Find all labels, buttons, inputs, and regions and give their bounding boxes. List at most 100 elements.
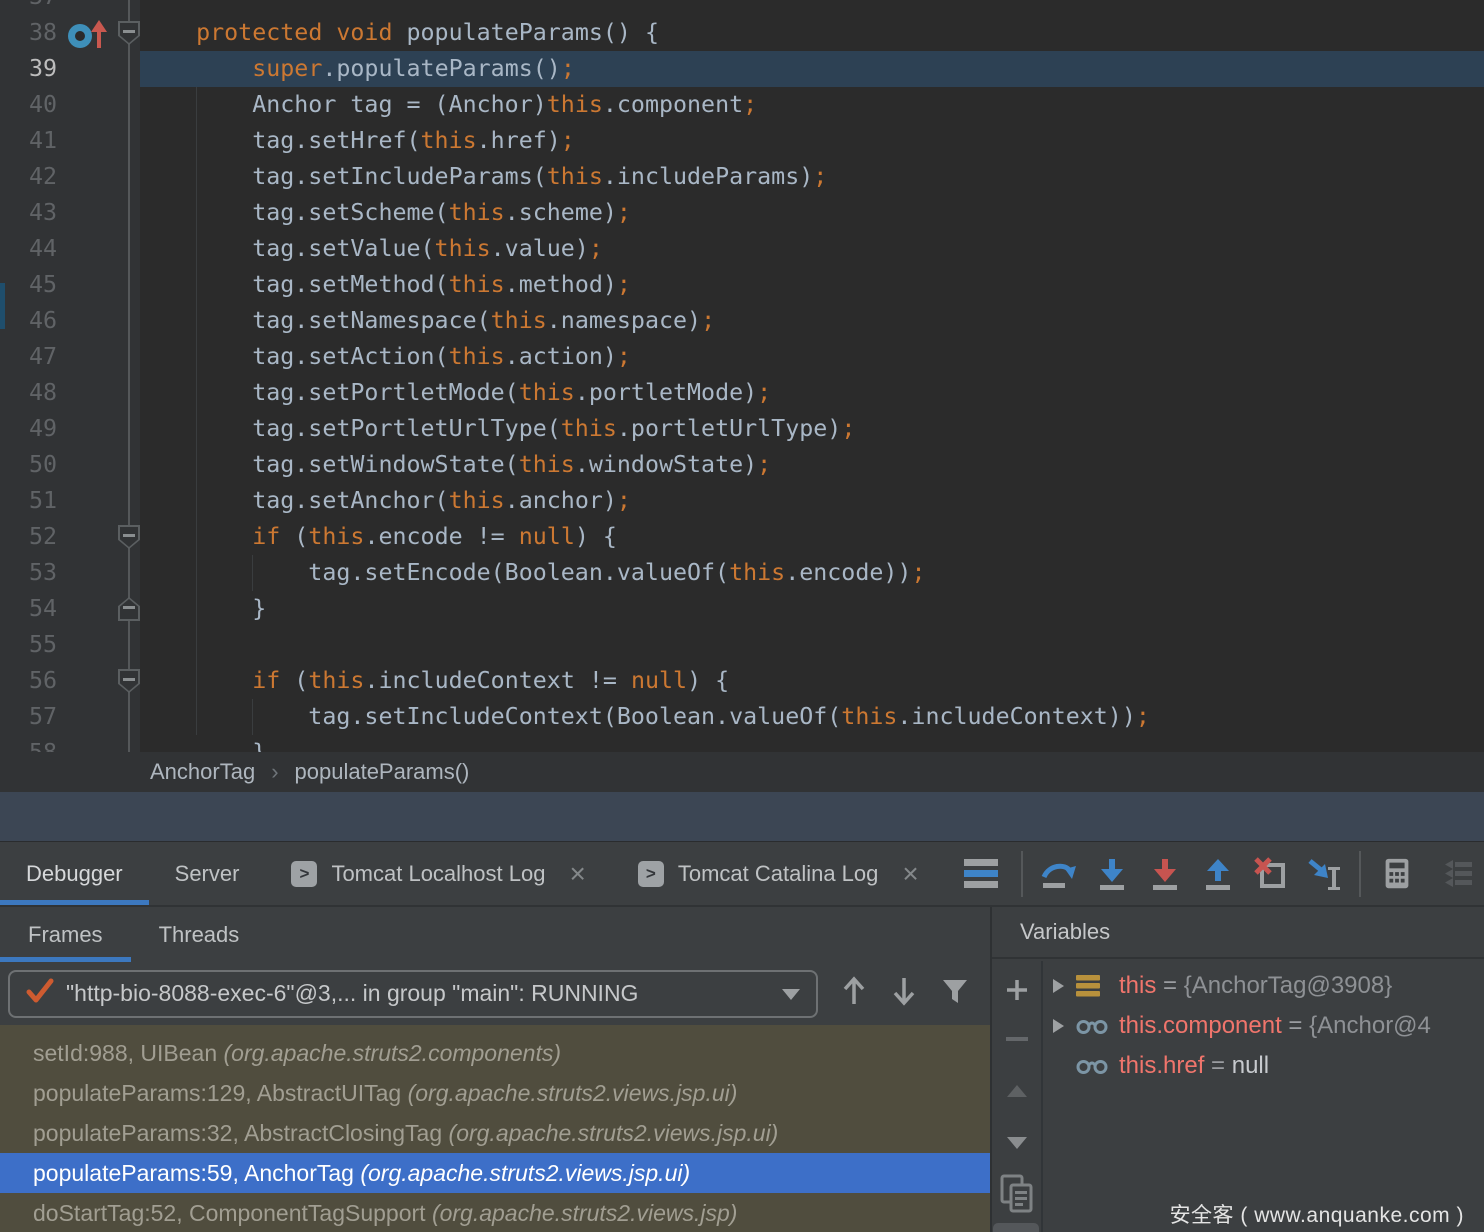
line-number[interactable]: 41 — [0, 123, 57, 159]
expander-triangle-icon[interactable] — [1049, 1016, 1075, 1036]
filter-funnel-icon[interactable] — [940, 976, 970, 1011]
tab-debugger[interactable]: Debugger — [0, 842, 149, 905]
scrollbar-thumb[interactable] — [993, 1223, 1039, 1232]
line-number[interactable]: 54 — [0, 591, 57, 627]
line-number[interactable]: 45 — [0, 267, 57, 303]
line-number[interactable]: 42 — [0, 159, 57, 195]
tab-frames[interactable]: Frames — [0, 907, 131, 962]
code-text[interactable]: super.populateParams(); — [140, 51, 575, 87]
trace-disabled-icon[interactable] — [1441, 856, 1477, 892]
tab-label: Tomcat Catalina Log — [678, 861, 879, 887]
code-text[interactable]: tag.setAnchor(this.anchor); — [140, 483, 631, 519]
stack-frame-row[interactable]: populateParams:59, AnchorTag (org.apache… — [0, 1153, 990, 1193]
line-number[interactable]: 55 — [0, 627, 57, 663]
tab-label: Threads — [159, 922, 240, 948]
tab-server[interactable]: Server — [149, 842, 266, 905]
step-out-icon[interactable] — [1200, 856, 1236, 892]
line-number[interactable]: 38 — [0, 15, 57, 51]
step-over-icon[interactable] — [1041, 856, 1077, 892]
splitter-band[interactable] — [0, 792, 1484, 842]
run-to-cursor-icon[interactable] — [1306, 856, 1342, 892]
variable-row[interactable]: this.component = {Anchor@4 — [1043, 1006, 1484, 1046]
line-number[interactable]: 43 — [0, 195, 57, 231]
plain-token — [140, 523, 252, 550]
code-text[interactable]: tag.setNamespace(this.namespace); — [140, 303, 715, 339]
close-icon[interactable]: × — [902, 860, 918, 888]
keyword-token: ; — [1136, 703, 1150, 730]
frame-package: (org.apache.struts2.components) — [224, 1040, 562, 1066]
drop-frame-icon[interactable] — [1253, 856, 1289, 892]
code-text[interactable]: tag.setHref(this.href); — [140, 123, 575, 159]
evaluate-expression-icon[interactable] — [1379, 856, 1415, 892]
line-number[interactable]: 47 — [0, 339, 57, 375]
stack-frame-row[interactable]: populateParams:129, AbstractUITag (org.a… — [0, 1073, 990, 1113]
stack-frame-row[interactable]: setId:988, UIBean (org.apache.struts2.co… — [0, 1033, 990, 1073]
line-number[interactable]: 50 — [0, 447, 57, 483]
override-method-gutter-icon[interactable] — [68, 19, 112, 49]
breadcrumb: AnchorTag › populateParams() — [0, 752, 1484, 792]
arrow-up-icon[interactable] — [840, 974, 868, 1013]
code-text[interactable]: tag.setWindowState(this.windowState); — [140, 447, 771, 483]
code-text[interactable]: tag.setScheme(this.scheme); — [140, 195, 631, 231]
fold-marker-icon[interactable] — [118, 525, 140, 549]
add-watch-icon[interactable] — [992, 977, 1041, 1003]
remove-watch-icon[interactable] — [992, 1035, 1041, 1043]
move-up-icon[interactable] — [992, 1083, 1041, 1099]
plain-token: tag.setWindowState( — [140, 451, 519, 478]
breadcrumb-method[interactable]: populateParams() — [295, 759, 470, 785]
fold-marker-icon[interactable] — [118, 597, 140, 621]
variable-name: this.href — [1119, 1052, 1204, 1080]
code-text[interactable]: protected void populateParams() { — [140, 15, 659, 51]
line-number[interactable]: 46 — [0, 303, 57, 339]
step-into-icon[interactable] — [1094, 856, 1130, 892]
line-number[interactable]: 39 — [0, 51, 57, 87]
line-number[interactable]: 53 — [0, 555, 57, 591]
line-number[interactable]: 44 — [0, 231, 57, 267]
line-number[interactable]: 57 — [0, 699, 57, 735]
close-icon[interactable]: × — [569, 860, 585, 888]
tab-tomcat-catalina-log[interactable]: >Tomcat Catalina Log× — [612, 842, 945, 905]
thread-selector-dropdown[interactable]: "http-bio-8088-exec-6"@3,... in group "m… — [8, 970, 818, 1018]
duplicate-watch-icon[interactable] — [992, 1173, 1041, 1215]
code-text[interactable]: } — [140, 735, 266, 752]
code-text[interactable]: tag.setPortletMode(this.portletMode); — [140, 375, 771, 411]
code-text[interactable]: Anchor tag = (Anchor)this.component; — [140, 87, 757, 123]
code-text[interactable]: tag.setEncode(Boolean.valueOf(this.encod… — [140, 555, 925, 591]
stack-frame-row[interactable]: populateParams:32, AbstractClosingTag (o… — [0, 1113, 990, 1153]
stack-frame-row[interactable]: doStartTag:52, ComponentTagSupport (org.… — [0, 1193, 990, 1232]
fold-marker-icon[interactable] — [118, 669, 140, 693]
variable-row[interactable]: this = {AnchorTag@3908} — [1043, 966, 1484, 1006]
code-text[interactable]: if (this.includeContext != null) { — [140, 663, 729, 699]
variables-header: Variables — [992, 907, 1484, 959]
line-number[interactable]: 58 — [0, 735, 57, 752]
plain-token: ( — [280, 667, 308, 694]
fold-marker-icon[interactable] — [118, 21, 140, 45]
arrow-down-icon[interactable] — [890, 974, 918, 1013]
line-number[interactable]: 49 — [0, 411, 57, 447]
code-text[interactable]: tag.setAction(this.action); — [140, 339, 631, 375]
line-number[interactable]: 40 — [0, 87, 57, 123]
code-text[interactable]: if (this.encode != null) { — [140, 519, 617, 555]
tab-threads[interactable]: Threads — [131, 907, 268, 962]
plain-token: tag.setScheme( — [140, 199, 449, 226]
line-number[interactable]: 37 — [0, 0, 57, 15]
force-step-into-icon[interactable] — [1147, 856, 1183, 892]
breadcrumb-class[interactable]: AnchorTag — [150, 759, 255, 785]
keyword-token: ; — [743, 91, 757, 118]
code-text[interactable]: tag.setPortletUrlType(this.portletUrlTyp… — [140, 411, 855, 447]
variable-row[interactable]: this.href = null — [1043, 1046, 1484, 1086]
line-number[interactable]: 51 — [0, 483, 57, 519]
code-text[interactable]: tag.setIncludeContext(Boolean.valueOf(th… — [140, 699, 1150, 735]
code-text[interactable]: tag.setIncludeParams(this.includeParams)… — [140, 159, 827, 195]
layout-lines-icon[interactable] — [964, 859, 998, 888]
code-text[interactable]: } — [140, 591, 266, 627]
move-down-icon[interactable] — [992, 1135, 1041, 1151]
expander-triangle-icon[interactable] — [1049, 976, 1075, 996]
line-number[interactable]: 48 — [0, 375, 57, 411]
line-number[interactable]: 56 — [0, 663, 57, 699]
tab-tomcat-localhost-log[interactable]: >Tomcat Localhost Log× — [265, 842, 611, 905]
frame-package: (org.apache.struts2.views.jsp) — [432, 1200, 738, 1226]
code-text[interactable]: tag.setValue(this.value); — [140, 231, 603, 267]
line-number[interactable]: 52 — [0, 519, 57, 555]
code-text[interactable]: tag.setMethod(this.method); — [140, 267, 631, 303]
